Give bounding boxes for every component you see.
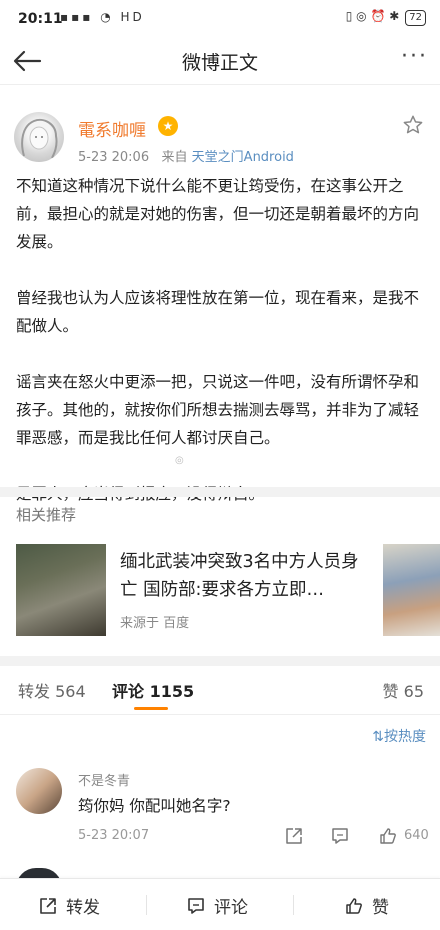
tabs-divider — [0, 714, 440, 715]
source-prefix: 来自 — [161, 150, 188, 165]
active-tab-indicator — [134, 707, 168, 710]
post-time: 5-23 20:06 — [78, 150, 150, 165]
tab-likes[interactable]: 赞 65 — [383, 678, 424, 702]
tab-like-count: 65 — [403, 682, 424, 701]
tab-repost-label: 转发 — [18, 682, 51, 701]
bar-divider — [293, 895, 294, 915]
avatar-image — [21, 118, 58, 159]
like-button[interactable]: 赞 — [344, 893, 389, 918]
sort-icon: ⇅ — [372, 729, 384, 745]
signal-wifi-icons: ▪▪▪ ◔ HD — [60, 10, 145, 24]
tab-like-label: 赞 — [382, 682, 399, 701]
comment-button[interactable]: 评论 — [186, 893, 248, 918]
post-paragraph: 谣言夹在怒火中更添一把，只说这一件吧，没有所谓怀孕和孩子。其他的，就按你们所想去… — [16, 373, 420, 447]
comment-like-count: 640 — [404, 828, 429, 843]
reply-icon[interactable] — [330, 826, 350, 846]
member-badge-icon: ★ — [158, 116, 178, 136]
status-right-icons: ▯ ◎ ⏰ ✱ 72 — [346, 9, 426, 26]
repost-button[interactable]: 转发 — [38, 893, 100, 918]
battery-icon: 72 — [405, 10, 426, 26]
related-section-title: 相关推荐 — [16, 506, 77, 524]
comment-avatar[interactable] — [16, 768, 62, 814]
tab-repost-count: 564 — [55, 682, 86, 701]
like-label: 赞 — [372, 898, 389, 918]
post-paragraph: 不知道这种情况下说什么能不更让筠受伤，在这事公开之前，最担心的就是对她的伤害，但… — [16, 177, 420, 251]
more-icon[interactable]: ··· — [401, 44, 428, 69]
tab-comment-count: 1155 — [149, 682, 195, 701]
post-meta: 5-23 20:06 来自 天堂之门Android — [78, 146, 294, 165]
share-icon[interactable] — [284, 826, 304, 846]
sort-toggle[interactable]: ⇅按热度 — [372, 726, 426, 746]
nav-bar: 微博正文 ··· — [0, 38, 440, 85]
like-icon — [346, 898, 362, 914]
watermark: ◎ — [175, 455, 184, 466]
related-headline[interactable]: 缅北武装冲突致3名中方人员身亡 国防部:要求各方立即… — [120, 548, 366, 604]
status-bar: 20:11 ▪▪▪ ◔ HD ▯ ◎ ⏰ ✱ 72 — [0, 0, 440, 38]
repost-icon — [40, 898, 56, 914]
related-source: 来源于 百度 — [120, 616, 190, 631]
post-body: 不知道这种情况下说什么能不更让筠受伤，在这事公开之前，最担心的就是对她的伤害，但… — [16, 172, 426, 508]
username[interactable]: 電系咖喱 — [78, 116, 146, 141]
related-thumbnail[interactable] — [16, 544, 106, 636]
comment-icon — [188, 898, 204, 914]
favorite-star-icon[interactable] — [402, 114, 424, 136]
bar-divider — [146, 895, 147, 915]
comment-time: 5-23 20:07 — [78, 828, 150, 843]
post-paragraph: 曾经我也认为人应该将理性放在第一位，现在看来，是我不配做人。 — [16, 289, 420, 335]
section-divider — [0, 656, 440, 666]
repost-label: 转发 — [66, 898, 100, 918]
thumbs-up-icon[interactable] — [378, 826, 398, 846]
sort-label: 按热度 — [384, 729, 426, 745]
comment-text: 筠你妈 你配叫她名字? — [78, 797, 231, 815]
related-thumbnail-next[interactable] — [383, 544, 440, 636]
page-title: 微博正文 — [181, 52, 258, 74]
status-time: 20:11 — [18, 11, 63, 27]
comment-username[interactable]: 不是冬青 — [78, 770, 130, 789]
comment-label: 评论 — [214, 898, 248, 918]
section-divider — [0, 487, 440, 497]
tab-comments[interactable]: 评论 1155 — [112, 678, 194, 702]
tab-comment-label: 评论 — [112, 682, 145, 701]
tab-repost[interactable]: 转发 564 — [18, 678, 86, 702]
bottom-action-bar: 转发 评论 赞 — [0, 878, 440, 930]
post-source[interactable]: 天堂之门Android — [192, 150, 294, 165]
